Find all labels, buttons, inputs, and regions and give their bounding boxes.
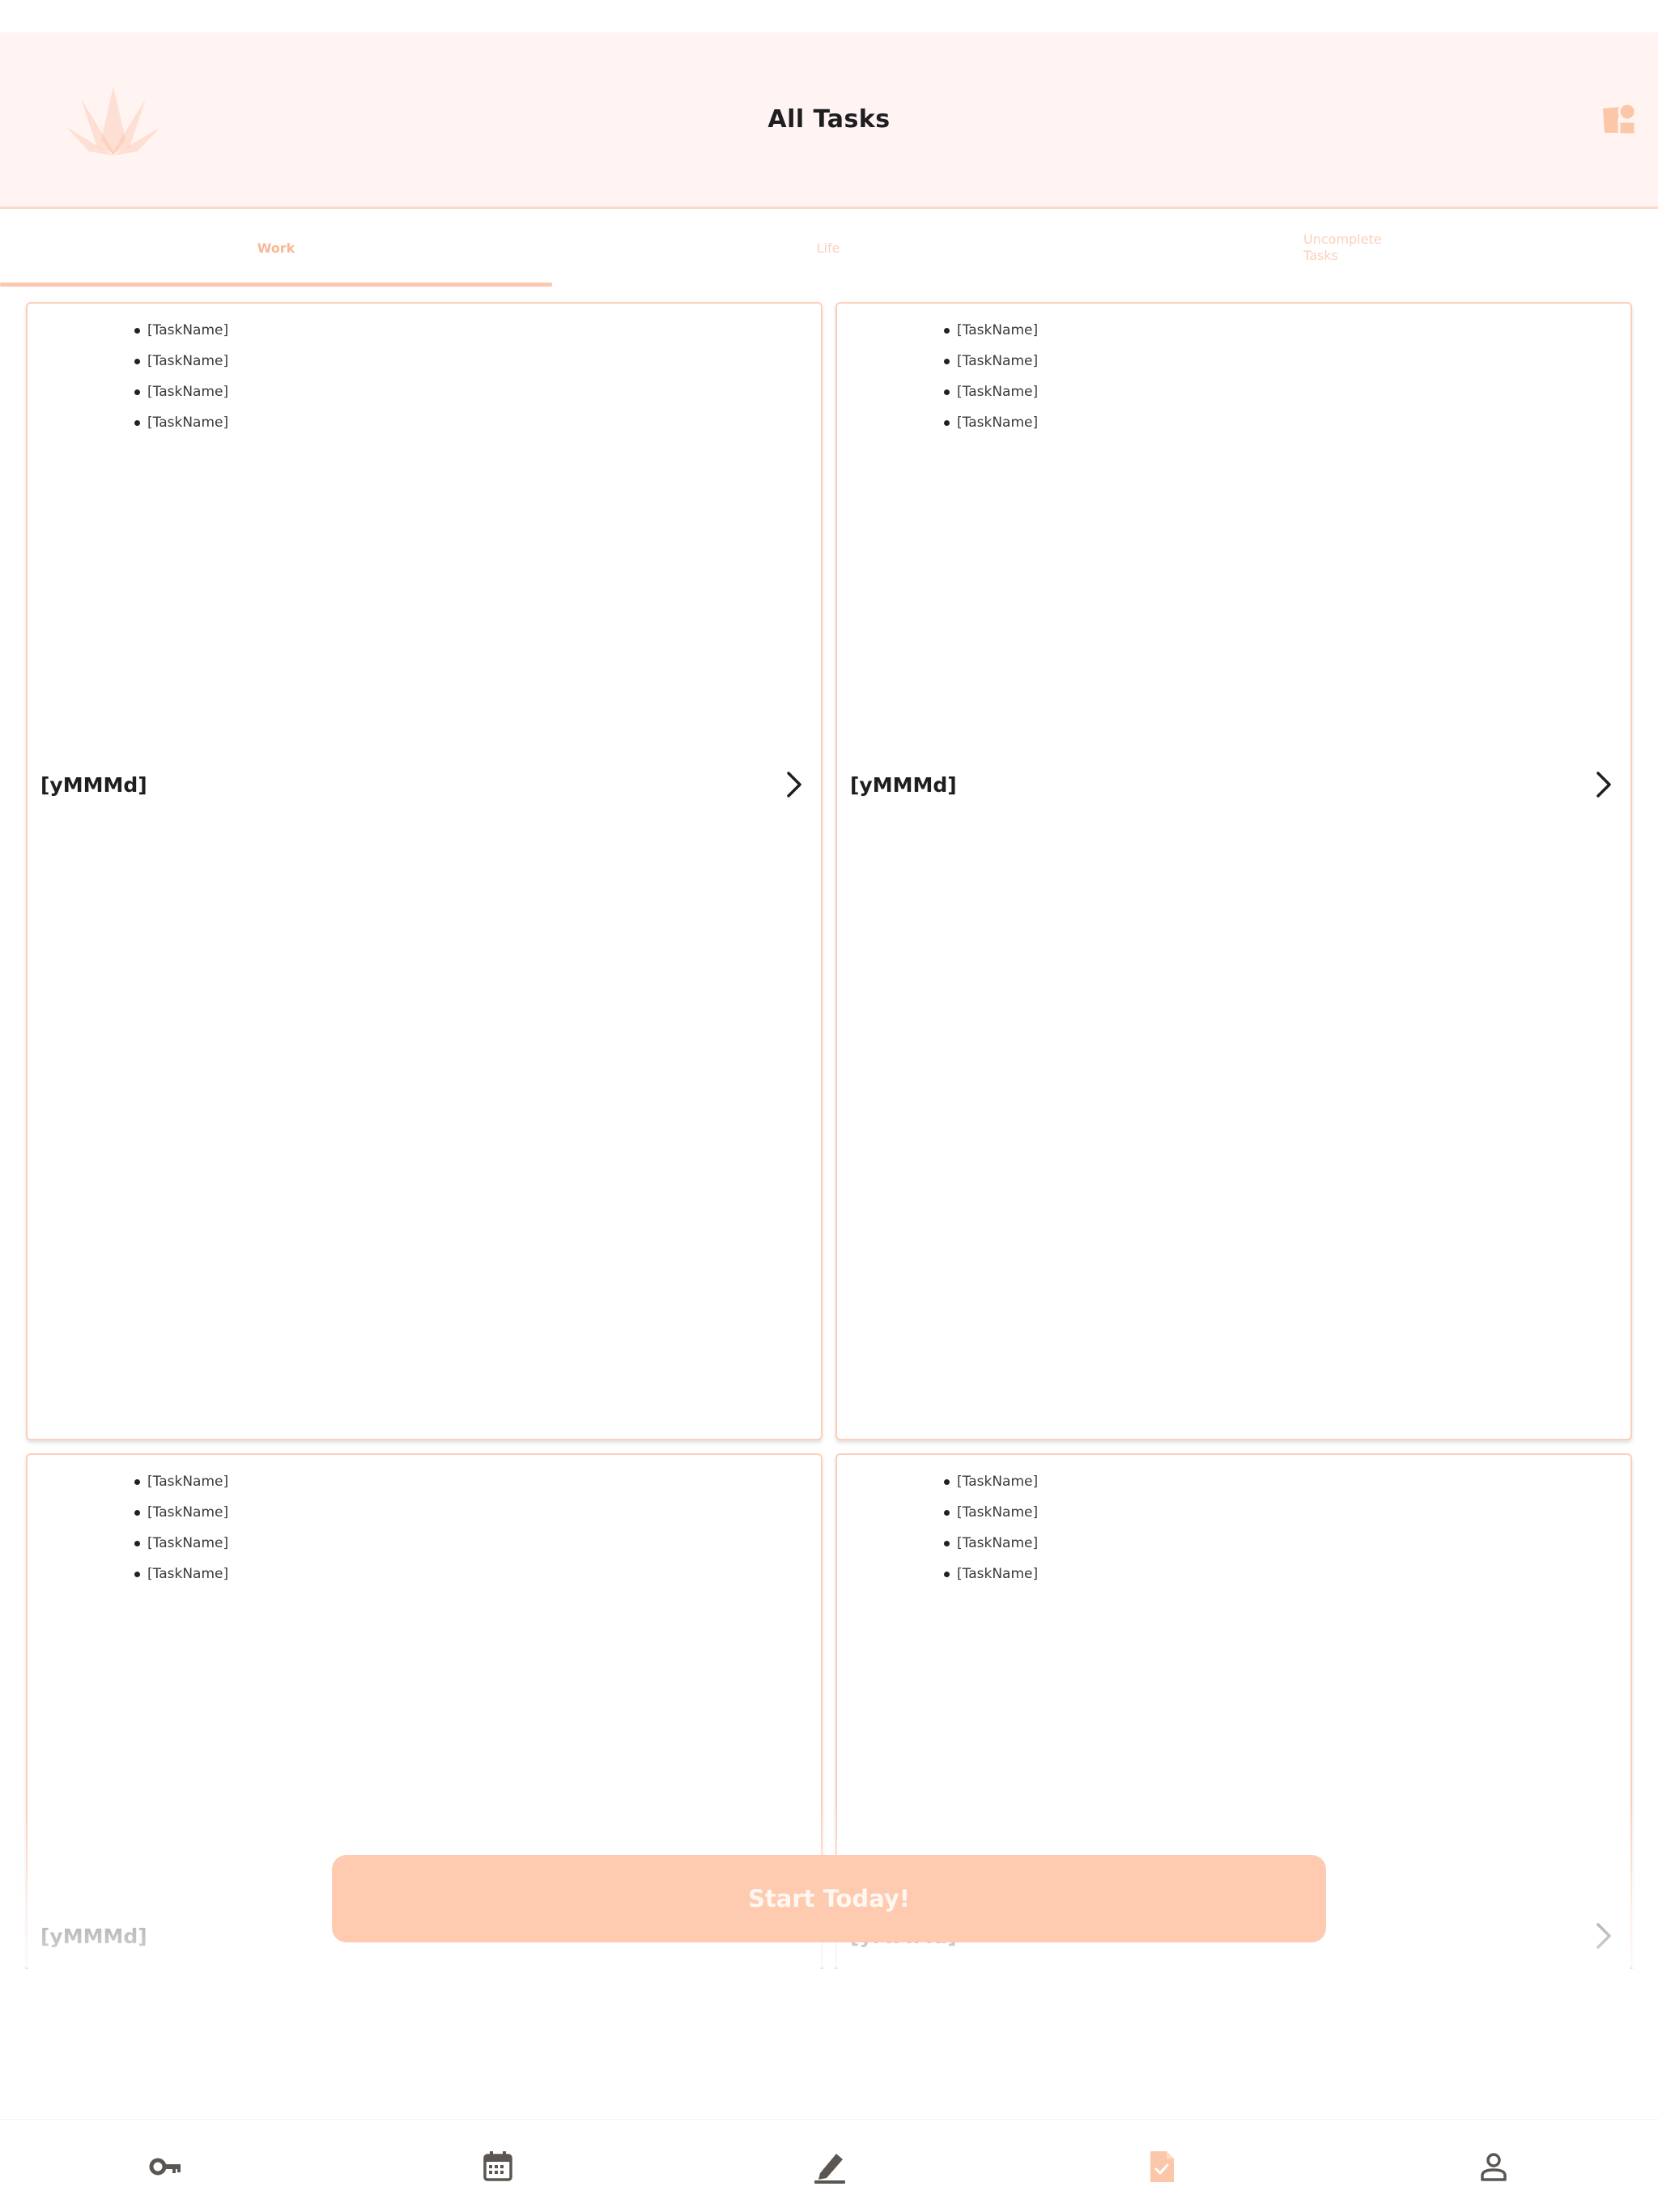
app-header: All Tasks xyxy=(0,32,1658,209)
bottom-nav xyxy=(0,2119,1658,2212)
task-item: [TaskName] xyxy=(944,315,1038,346)
task-item: [TaskName] xyxy=(944,1497,1038,1528)
task-item: [TaskName] xyxy=(944,1528,1038,1559)
task-item: [TaskName] xyxy=(944,1466,1038,1497)
task-document-icon xyxy=(1150,2150,1174,2182)
task-item: [TaskName] xyxy=(944,346,1038,376)
nav-item-key[interactable] xyxy=(0,2120,332,2212)
tab-life[interactable]: Life xyxy=(552,209,1104,287)
task-item: [TaskName] xyxy=(944,1559,1038,1589)
tab-label: Work xyxy=(257,240,295,256)
task-item: [TaskName] xyxy=(134,315,228,346)
nav-item-profile[interactable] xyxy=(1328,2120,1658,2212)
tab-label: Life xyxy=(816,240,840,256)
nav-item-calendar[interactable] xyxy=(332,2120,664,2212)
page-title: All Tasks xyxy=(767,105,891,134)
chevron-right-icon[interactable] xyxy=(780,768,806,801)
task-item: [TaskName] xyxy=(134,1528,228,1559)
task-item: [TaskName] xyxy=(134,376,228,407)
app-root: All Tasks Work Life Uncomplete Tasks [Ta… xyxy=(0,0,1658,2212)
task-item: [TaskName] xyxy=(134,1466,228,1497)
start-today-button[interactable]: Start Today! xyxy=(332,1855,1326,1942)
task-item: [TaskName] xyxy=(134,1497,228,1528)
task-item: [TaskName] xyxy=(944,376,1038,407)
chevron-right-icon[interactable] xyxy=(1590,1920,1616,1952)
tab-uncomplete-tasks[interactable]: Uncomplete Tasks xyxy=(1104,209,1656,287)
task-list: [TaskName] [TaskName] [TaskName] [TaskNa… xyxy=(944,1466,1038,1589)
task-item: [TaskName] xyxy=(134,1559,228,1589)
chevron-right-icon[interactable] xyxy=(1590,768,1616,801)
tab-label: Uncomplete Tasks xyxy=(1303,232,1382,263)
task-item: [TaskName] xyxy=(944,407,1038,438)
tab-bar: Work Life Uncomplete Tasks xyxy=(0,209,1658,287)
shapes-icon[interactable] xyxy=(1600,100,1639,139)
content-bottom-spacer xyxy=(0,1969,1658,2119)
task-list: [TaskName] [TaskName] [TaskName] [TaskNa… xyxy=(134,1466,228,1589)
card-date: [yMMMd] xyxy=(40,1925,147,1948)
task-item: [TaskName] xyxy=(134,346,228,376)
task-card[interactable]: [TaskName] [TaskName] [TaskName] [TaskNa… xyxy=(26,302,823,1440)
card-date: [yMMMd] xyxy=(850,773,957,797)
task-card[interactable]: [TaskName] [TaskName] [TaskName] [TaskNa… xyxy=(835,302,1632,1440)
task-list: [TaskName] [TaskName] [TaskName] [TaskNa… xyxy=(944,315,1038,438)
pencil-icon xyxy=(814,2153,845,2184)
nav-item-tasks[interactable] xyxy=(996,2120,1328,2212)
calendar-icon xyxy=(483,2150,512,2181)
task-list: [TaskName] [TaskName] [TaskName] [TaskNa… xyxy=(134,315,228,438)
key-icon xyxy=(149,2158,181,2175)
tab-selected-indicator xyxy=(0,283,552,287)
person-icon xyxy=(1481,2152,1507,2181)
card-date: [yMMMd] xyxy=(40,773,147,797)
tab-work[interactable]: Work xyxy=(0,209,552,287)
nav-item-edit[interactable] xyxy=(664,2120,996,2212)
task-item: [TaskName] xyxy=(134,407,228,438)
